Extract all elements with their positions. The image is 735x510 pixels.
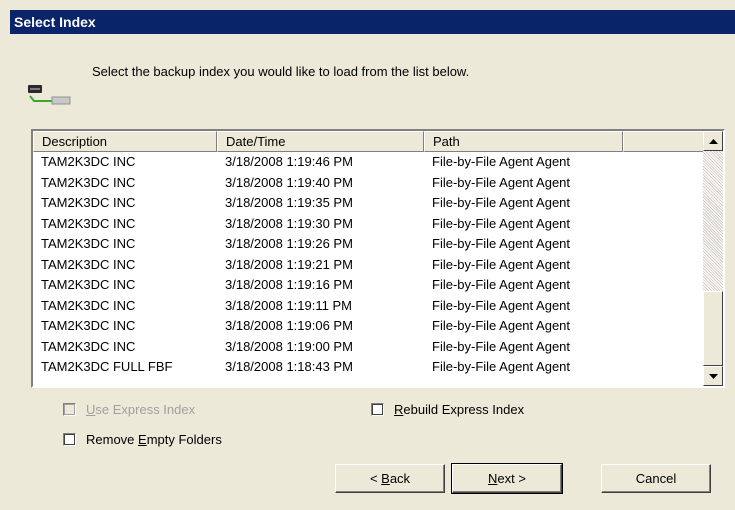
- cell-path: File-by-File Agent Agent: [432, 256, 571, 272]
- table-row[interactable]: TAM2K3DC INC 3/18/2008 1:19:00 PM File-by-…: [33, 337, 705, 358]
- table-row[interactable]: TAM2K3DC FULL FBF 3/18/2008 1:18:43 PM Fil…: [33, 357, 705, 378]
- cell-datetime: 3/18/2008 1:19:00 PM: [225, 338, 353, 354]
- cell-path: File-by-File Agent Agent: [432, 338, 571, 354]
- tape-drive-icon: [28, 82, 72, 106]
- cell-description: TAM2K3DC FULL FBF: [41, 359, 173, 374]
- remove-empty-folders-box[interactable]: [63, 433, 76, 446]
- list-rows: TAM2K3DC INC 3/18/2008 1:19:46 PM File-by-…: [33, 152, 705, 378]
- use-express-index-box[interactable]: [63, 403, 76, 416]
- scroll-up-arrow-icon[interactable]: [703, 131, 723, 151]
- next-button-mnemonic: N: [488, 471, 498, 486]
- cell-datetime: 3/18/2008 1:19:30 PM: [225, 215, 353, 231]
- cell-path: File-by-File Agent Agent: [432, 318, 571, 333]
- cell-description: TAM2K3DC INC: [41, 236, 136, 251]
- cell-path: File-by-File Agent Agent: [432, 215, 571, 231]
- cell-path: File-by-File Agent Agent: [432, 359, 571, 374]
- table-row[interactable]: TAM2K3DC INC 3/18/2008 1:19:35 PM File-by-…: [33, 193, 705, 214]
- cell-datetime: 3/18/2008 1:19:06 PM: [225, 318, 353, 333]
- table-row[interactable]: TAM2K3DC INC 3/18/2008 1:19:40 PM File-by-…: [33, 173, 705, 194]
- cell-path: File-by-File Agent Agent: [432, 297, 571, 313]
- cell-description: TAM2K3DC INC: [41, 318, 136, 333]
- cell-description: TAM2K3DC INC: [41, 154, 136, 169]
- cell-description: TAM2K3DC INC: [41, 195, 136, 210]
- cell-path: File-by-File Agent Agent: [432, 174, 571, 190]
- remove-empty-folders-checkbox[interactable]: Remove Empty Folders: [63, 432, 222, 447]
- vertical-scrollbar[interactable]: [703, 131, 723, 386]
- cell-path: File-by-File Agent Agent: [432, 277, 571, 292]
- cell-description: TAM2K3DC INC: [41, 297, 136, 313]
- cell-path: File-by-File Agent Agent: [432, 195, 571, 210]
- column-header-description[interactable]: Description: [33, 131, 217, 152]
- table-row[interactable]: TAM2K3DC INC 3/18/2008 1:19:11 PM File-by-…: [33, 296, 705, 317]
- remove-empty-folders-label: Remove Empty Folders: [86, 432, 222, 447]
- cell-description: TAM2K3DC INC: [41, 174, 136, 190]
- table-row[interactable]: TAM2K3DC INC 3/18/2008 1:19:16 PM File-by-…: [33, 275, 705, 296]
- cell-description: TAM2K3DC INC: [41, 215, 136, 231]
- back-button-mnemonic: B: [381, 471, 390, 486]
- back-button-prefix: <: [369, 471, 382, 486]
- next-button[interactable]: Next >: [451, 463, 563, 494]
- dialog-title: Select Index: [10, 10, 735, 34]
- use-express-index-label: Use Express Index: [86, 402, 196, 417]
- table-row[interactable]: TAM2K3DC INC 3/18/2008 1:19:06 PM File-by-…: [33, 316, 705, 337]
- cell-datetime: 3/18/2008 1:19:40 PM: [225, 174, 353, 190]
- column-header-path[interactable]: Path: [424, 131, 623, 152]
- scroll-down-arrow-icon[interactable]: [703, 366, 723, 386]
- rebuild-express-index-label: Rebuild Express Index: [394, 402, 525, 417]
- column-header-datetime[interactable]: Date/Time: [217, 131, 424, 152]
- cell-datetime: 3/18/2008 1:18:43 PM: [225, 359, 353, 374]
- cancel-button[interactable]: Cancel: [601, 464, 711, 493]
- instruction-text: Select the backup index you would like t…: [92, 64, 470, 79]
- table-row[interactable]: TAM2K3DC INC 3/18/2008 1:19:26 PM File-by-…: [33, 234, 705, 255]
- cell-description: TAM2K3DC INC: [41, 338, 136, 354]
- cell-datetime: 3/18/2008 1:19:16 PM: [225, 277, 353, 292]
- back-button-label: ack: [389, 471, 411, 486]
- rebuild-express-index-checkbox[interactable]: Rebuild Express Index: [371, 402, 524, 417]
- cell-datetime: 3/18/2008 1:19:35 PM: [225, 195, 353, 210]
- cell-description: TAM2K3DC INC: [41, 277, 136, 292]
- use-express-index-checkbox[interactable]: Use Express Index: [63, 402, 195, 417]
- cell-datetime: 3/18/2008 1:19:26 PM: [225, 236, 353, 251]
- cell-path: File-by-File Agent Agent: [432, 154, 571, 169]
- cell-datetime: 3/18/2008 1:19:46 PM: [225, 154, 353, 169]
- back-button[interactable]: < Back: [335, 464, 445, 493]
- next-button-label: ext >: [497, 471, 526, 486]
- table-row[interactable]: TAM2K3DC INC 3/18/2008 1:19:21 PM File-by-…: [33, 255, 705, 276]
- index-list[interactable]: Description Date/Time Path TAM2K3DC INC 3…: [31, 129, 725, 388]
- table-row[interactable]: TAM2K3DC INC 3/18/2008 1:19:46 PM File-by-…: [33, 152, 705, 173]
- cell-description: TAM2K3DC INC: [41, 256, 136, 272]
- rebuild-express-index-box[interactable]: [371, 403, 384, 416]
- cell-path: File-by-File Agent Agent: [432, 236, 571, 251]
- table-row[interactable]: TAM2K3DC INC 3/18/2008 1:19:30 PM File-by-…: [33, 214, 705, 235]
- column-header-extra[interactable]: [623, 131, 705, 152]
- cell-datetime: 3/18/2008 1:19:11 PM: [225, 297, 352, 313]
- cell-datetime: 3/18/2008 1:19:21 PM: [225, 256, 353, 272]
- scrollbar-thumb[interactable]: [703, 291, 723, 366]
